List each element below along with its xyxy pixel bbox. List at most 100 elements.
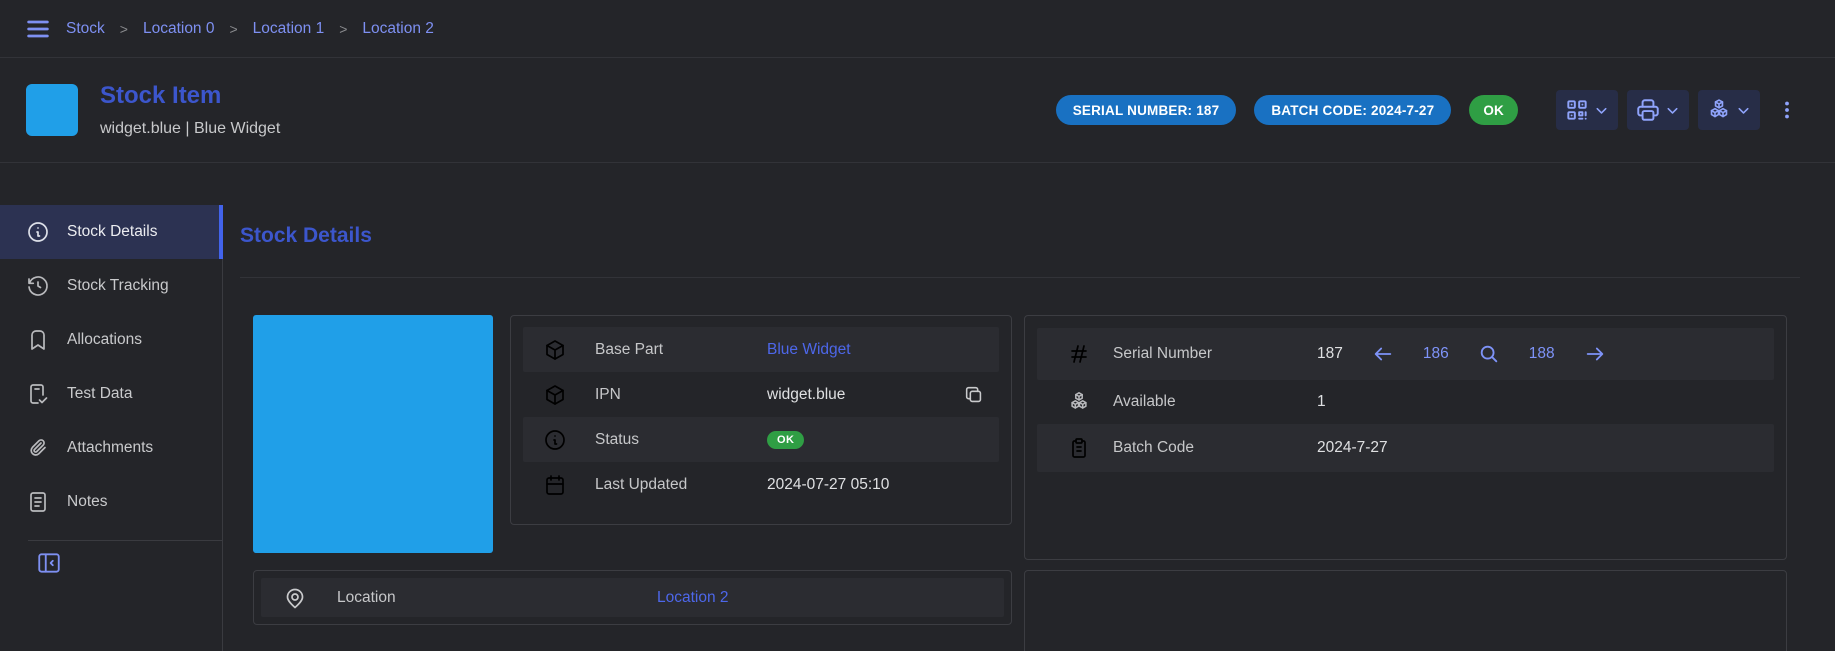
search-icon[interactable] (1478, 343, 1500, 365)
package-icon (543, 383, 567, 407)
sidebar-item-notes[interactable]: Notes (0, 475, 223, 529)
page-title: Stock Item (100, 82, 1038, 110)
sidebar: Stock Details Stock Tracking Allocations… (0, 205, 223, 576)
detail-row-status: Status OK (523, 417, 999, 462)
detail-row-batch-code: Batch Code 2024-7-27 (1037, 424, 1774, 472)
print-actions-button[interactable] (1627, 90, 1689, 130)
history-icon (26, 274, 50, 298)
qrcode-icon (1564, 97, 1590, 123)
sidebar-bottom-divider (28, 540, 222, 541)
detail-label: Batch Code (1113, 439, 1317, 457)
serial-navigation: 187 186 188 (1317, 343, 1606, 365)
bookmark-icon (26, 328, 50, 352)
serial-prev-link[interactable]: 186 (1423, 345, 1449, 363)
file-text-icon (26, 490, 50, 514)
detail-row-ipn: IPN widget.blue (523, 372, 999, 417)
copy-icon[interactable] (963, 384, 985, 406)
panel-heading-divider (240, 277, 1800, 278)
map-pin-icon (283, 586, 307, 610)
empty-card (1024, 570, 1787, 651)
detail-label: Last Updated (595, 476, 767, 494)
package-icon (543, 338, 567, 362)
sidebar-item-allocations[interactable]: Allocations (0, 313, 223, 367)
top-navbar: Stock > Location 0 > Location 1 > Locati… (0, 0, 1835, 58)
part-thumbnail[interactable] (26, 84, 78, 136)
menu-icon[interactable] (24, 15, 52, 43)
sidebar-collapse-icon (36, 550, 62, 576)
arrow-right-icon[interactable] (1584, 343, 1606, 365)
info-circle-icon (26, 220, 50, 244)
detail-row-serial-number: Serial Number 187 186 188 (1037, 328, 1774, 380)
header-actions: SERIAL NUMBER: 187 BATCH CODE: 2024-7-27… (1038, 90, 1800, 130)
breadcrumb-separator: > (120, 21, 128, 37)
detail-label: Base Part (595, 341, 767, 359)
stock-card: Serial Number 187 186 188 Available 1 Ba… (1024, 315, 1787, 560)
title-block: Stock Item widget.blue | Blue Widget (100, 82, 1038, 138)
detail-label: IPN (595, 386, 767, 404)
detail-row-available: Available 1 (1037, 380, 1774, 424)
chevron-down-icon (1593, 102, 1610, 119)
serial-current-value: 187 (1317, 345, 1343, 363)
stock-actions-button[interactable] (1698, 90, 1760, 130)
sidebar-item-label: Attachments (67, 439, 153, 457)
stock-cubes-icon (1706, 97, 1732, 123)
serial-next-link[interactable]: 188 (1529, 345, 1555, 363)
detail-label: Status (595, 431, 767, 449)
panel-heading: Stock Details (240, 224, 372, 248)
chevron-down-icon (1735, 102, 1752, 119)
details-card: Base Part Blue Widget IPN widget.blue St… (510, 315, 1012, 525)
sidebar-item-attachments[interactable]: Attachments (0, 421, 223, 475)
dots-vertical-icon (1775, 98, 1799, 122)
page-header: Stock Item widget.blue | Blue Widget SER… (0, 58, 1835, 163)
file-check-icon (26, 382, 50, 406)
serial-number-badge: SERIAL NUMBER: 187 (1056, 95, 1237, 125)
breadcrumb-stock[interactable]: Stock (66, 20, 105, 38)
sidebar-item-stock-tracking[interactable]: Stock Tracking (0, 259, 223, 313)
sidebar-item-label: Stock Tracking (67, 277, 169, 295)
sidebar-collapse-button[interactable] (36, 550, 62, 576)
printer-icon (1635, 97, 1661, 123)
action-toolbar (1556, 90, 1760, 130)
breadcrumb-separator: > (229, 21, 237, 37)
sidebar-item-stock-details[interactable]: Stock Details (0, 205, 223, 259)
detail-label: Location (337, 589, 657, 607)
last-updated-value: 2024-07-27 05:10 (767, 476, 889, 494)
location-link[interactable]: Location 2 (657, 589, 729, 607)
info-circle-icon (543, 428, 567, 452)
more-options-button[interactable] (1774, 90, 1800, 130)
detail-row-location: Location Location 2 (261, 578, 1004, 617)
available-value: 1 (1317, 393, 1326, 411)
location-card: Location Location 2 (253, 570, 1012, 625)
hash-icon (1067, 342, 1091, 366)
sidebar-item-label: Allocations (67, 331, 142, 349)
page-subtitle: widget.blue | Blue Widget (100, 120, 1038, 138)
base-part-link[interactable]: Blue Widget (767, 341, 851, 359)
detail-label: Serial Number (1113, 345, 1317, 363)
breadcrumb: Stock > Location 0 > Location 1 > Locati… (66, 20, 434, 38)
calendar-icon (543, 473, 567, 497)
breadcrumb-location-0[interactable]: Location 0 (143, 20, 215, 38)
ipn-value: widget.blue (767, 386, 845, 404)
part-image[interactable] (253, 315, 493, 553)
status-ok-badge: OK (1469, 95, 1518, 125)
status-ok-chip: OK (767, 431, 804, 449)
clipboard-icon (1067, 436, 1091, 460)
packages-icon (1067, 390, 1091, 414)
sidebar-item-label: Notes (67, 493, 108, 511)
detail-row-last-updated: Last Updated 2024-07-27 05:10 (523, 462, 999, 507)
detail-row-base-part: Base Part Blue Widget (523, 327, 999, 372)
breadcrumb-location-2[interactable]: Location 2 (362, 20, 434, 38)
barcode-actions-button[interactable] (1556, 90, 1618, 130)
batch-code-badge: BATCH CODE: 2024-7-27 (1254, 95, 1451, 125)
paperclip-icon (26, 436, 50, 460)
batch-code-value: 2024-7-27 (1317, 439, 1388, 457)
stock-item-page: Stock > Location 0 > Location 1 > Locati… (0, 0, 1835, 651)
breadcrumb-location-1[interactable]: Location 1 (253, 20, 325, 38)
chevron-down-icon (1664, 102, 1681, 119)
sidebar-item-label: Test Data (67, 385, 132, 403)
detail-label: Available (1113, 393, 1317, 411)
sidebar-item-label: Stock Details (67, 223, 157, 241)
breadcrumb-separator: > (339, 21, 347, 37)
arrow-left-icon[interactable] (1372, 343, 1394, 365)
sidebar-item-test-data[interactable]: Test Data (0, 367, 223, 421)
